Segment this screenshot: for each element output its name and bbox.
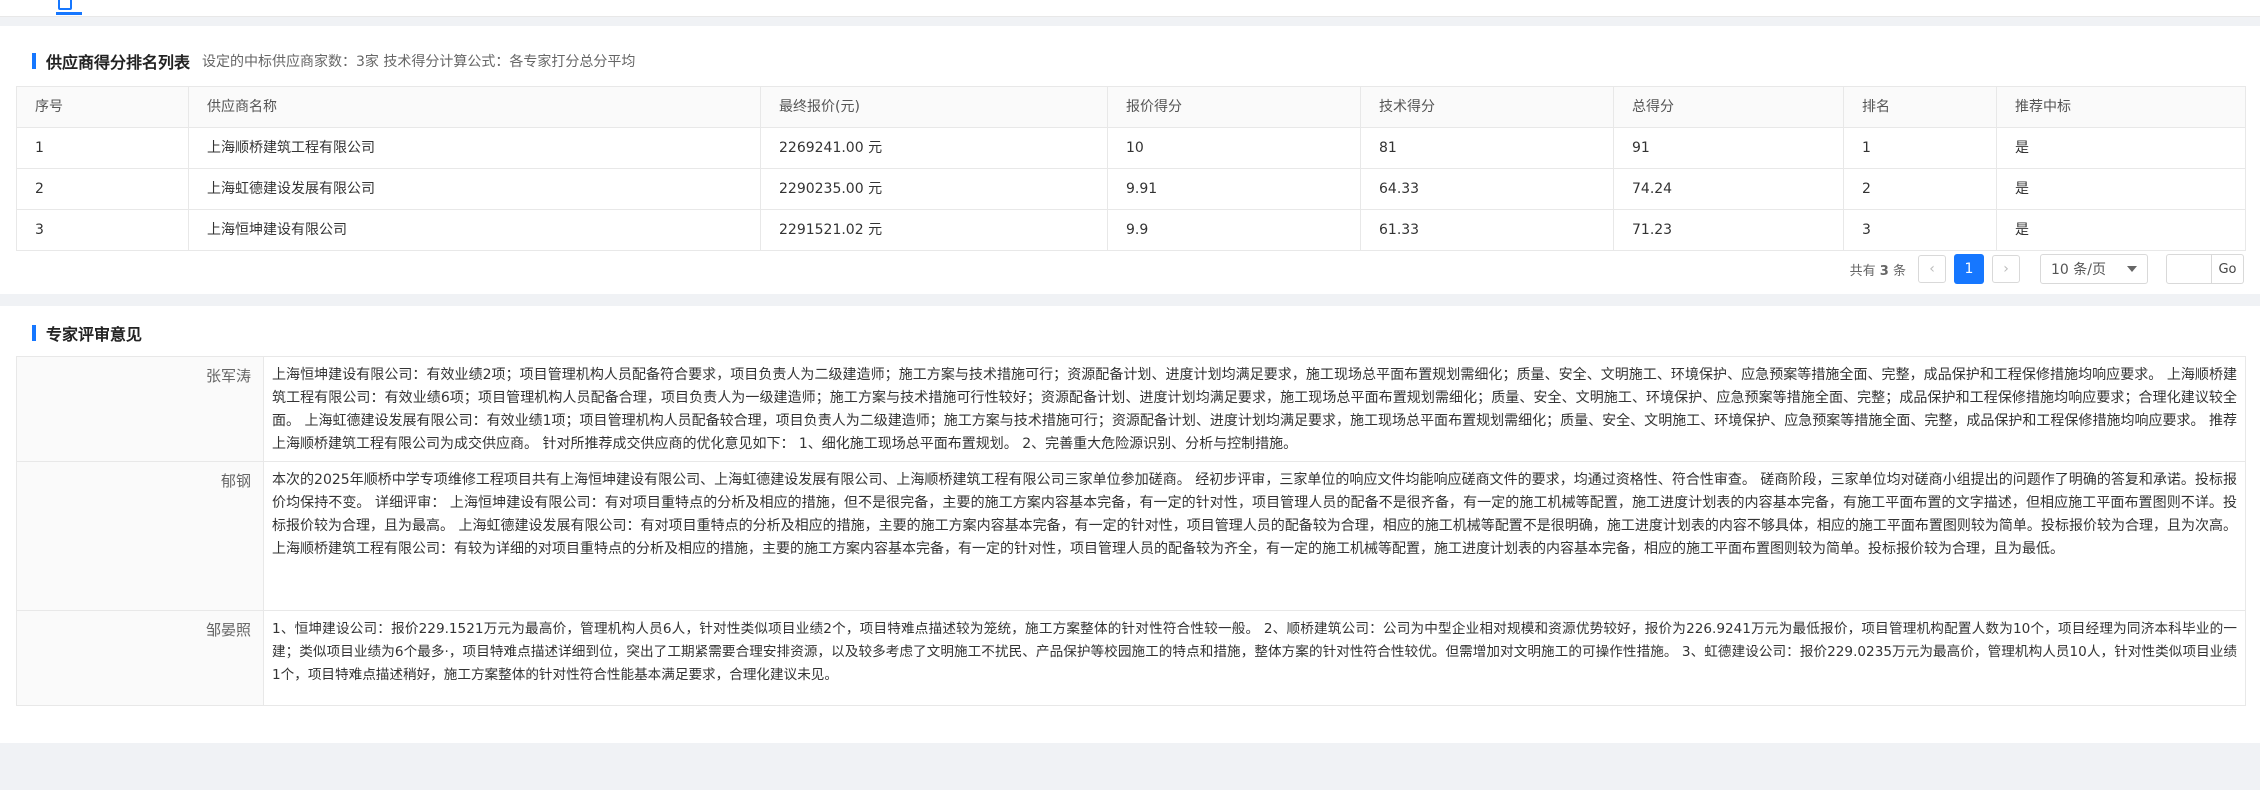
table-cell: 81 <box>1361 128 1614 168</box>
column-header: 技术得分 <box>1361 87 1614 127</box>
total-count-label: 共有 3 条 <box>1849 263 1906 279</box>
page-number-button[interactable]: 1 <box>1954 254 1984 284</box>
prev-page-button[interactable]: ‹ <box>1918 255 1946 283</box>
ranking-title: 供应商得分排名列表 <box>46 53 191 72</box>
column-header: 排名 <box>1844 87 1997 127</box>
table-cell: 是 <box>2015 222 2029 238</box>
active-tab-underline <box>56 12 82 15</box>
pagination: 共有 3 条 ‹ 1 › 10 条/页 Go <box>1850 254 2244 284</box>
table-cell: 1 <box>1844 128 1997 168</box>
table-cell: 1 <box>17 128 189 168</box>
supplier-ranking-panel: 供应商得分排名列表 设定的中标供应商家数：3家 技术得分计算公式：各专家打分总分… <box>0 26 2260 294</box>
column-header: 序号 <box>17 87 189 127</box>
table-cell: 2290235.00 元 <box>761 169 1108 209</box>
caret-down-icon <box>2127 266 2137 272</box>
column-header: 推荐中标 <box>2015 99 2071 115</box>
opinions-table: 张军涛 上海恒坤建设有限公司：有效业绩2项；项目管理机构人员配备符合要求，项目负… <box>16 356 2246 706</box>
expert-opinion-text: 本次的2025年顺桥中学专项维修工程项目共有上海恒坤建设有限公司、上海虹德建设发… <box>272 472 2237 557</box>
go-button[interactable]: Go <box>2212 254 2244 284</box>
expert-name: 邹晏照 <box>17 611 264 705</box>
document-icon <box>58 0 72 10</box>
table-cell: 9.9 <box>1108 210 1361 250</box>
expert-name: 郁钢 <box>17 462 264 610</box>
expert-name: 张军涛 <box>17 357 264 461</box>
table-cell: 2291521.02 元 <box>761 210 1108 250</box>
table-cell: 10 <box>1108 128 1361 168</box>
chevron-left-icon: ‹ <box>1929 261 1935 277</box>
ranking-table: 序号 供应商名称 最终报价(元) 报价得分 技术得分 总得分 排名 推荐中标 1… <box>16 86 2246 251</box>
table-cell: 9.91 <box>1108 169 1361 209</box>
top-tab-strip <box>0 0 2260 17</box>
column-header: 最终报价(元) <box>761 87 1108 127</box>
table-row[interactable]: 3 上海恒坤建设有限公司 2291521.02 元 9.9 61.33 71.2… <box>17 210 2245 251</box>
page-size-value: 10 条/页 <box>2051 262 2106 278</box>
column-header: 报价得分 <box>1108 87 1361 127</box>
opinion-row: 邹晏照 1、恒坤建设公司：报价229.1521万元为最高价，管理机构人员6人，针… <box>17 611 2245 705</box>
next-page-button[interactable]: › <box>1992 255 2020 283</box>
ranking-description: 设定的中标供应商家数：3家 技术得分计算公式：各专家打分总分平均 <box>202 54 636 70</box>
column-header: 供应商名称 <box>189 87 761 127</box>
table-cell: 上海顺桥建筑工程有限公司 <box>189 128 761 168</box>
table-cell: 上海恒坤建设有限公司 <box>189 210 761 250</box>
table-cell: 2269241.00 元 <box>761 128 1108 168</box>
page-jump-input[interactable] <box>2166 254 2212 284</box>
table-cell: 71.23 <box>1614 210 1844 250</box>
expert-opinion-text: 1、恒坤建设公司：报价229.1521万元为最高价，管理机构人员6人，针对性类似… <box>272 621 2237 683</box>
chevron-right-icon: › <box>2003 261 2009 277</box>
table-row[interactable]: 2 上海虹德建设发展有限公司 2290235.00 元 9.91 64.33 7… <box>17 169 2245 210</box>
expert-opinion-text: 上海恒坤建设有限公司：有效业绩2项；项目管理机构人员配备符合要求，项目负责人为二… <box>272 367 2237 452</box>
table-cell: 是 <box>2015 181 2029 197</box>
active-tab[interactable] <box>28 0 82 15</box>
table-cell: 3 <box>1844 210 1997 250</box>
table-cell: 是 <box>2015 140 2029 156</box>
table-cell: 2 <box>1844 169 1997 209</box>
page-size-select[interactable]: 10 条/页 <box>2040 254 2148 284</box>
table-header-row: 序号 供应商名称 最终报价(元) 报价得分 技术得分 总得分 排名 推荐中标 <box>17 87 2245 128</box>
opinions-header: 专家评审意见 <box>32 322 142 344</box>
table-cell: 91 <box>1614 128 1844 168</box>
expert-opinions-panel: 专家评审意见 张军涛 上海恒坤建设有限公司：有效业绩2项；项目管理机构人员配备符… <box>0 306 2260 743</box>
opinion-row: 张军涛 上海恒坤建设有限公司：有效业绩2项；项目管理机构人员配备符合要求，项目负… <box>17 357 2245 462</box>
ranking-header: 供应商得分排名列表 设定的中标供应商家数：3家 技术得分计算公式：各专家打分总分… <box>32 50 635 72</box>
opinions-title: 专家评审意见 <box>46 325 143 344</box>
section-accent-bar <box>32 325 36 341</box>
table-cell: 上海虹德建设发展有限公司 <box>189 169 761 209</box>
table-cell: 64.33 <box>1361 169 1614 209</box>
column-header: 总得分 <box>1614 87 1844 127</box>
table-row[interactable]: 1 上海顺桥建筑工程有限公司 2269241.00 元 10 81 91 1 是 <box>17 128 2245 169</box>
table-cell: 2 <box>17 169 189 209</box>
table-cell: 61.33 <box>1361 210 1614 250</box>
opinion-row: 郁钢 本次的2025年顺桥中学专项维修工程项目共有上海恒坤建设有限公司、上海虹德… <box>17 462 2245 611</box>
table-cell: 3 <box>17 210 189 250</box>
table-cell: 74.24 <box>1614 169 1844 209</box>
section-accent-bar <box>32 53 36 69</box>
